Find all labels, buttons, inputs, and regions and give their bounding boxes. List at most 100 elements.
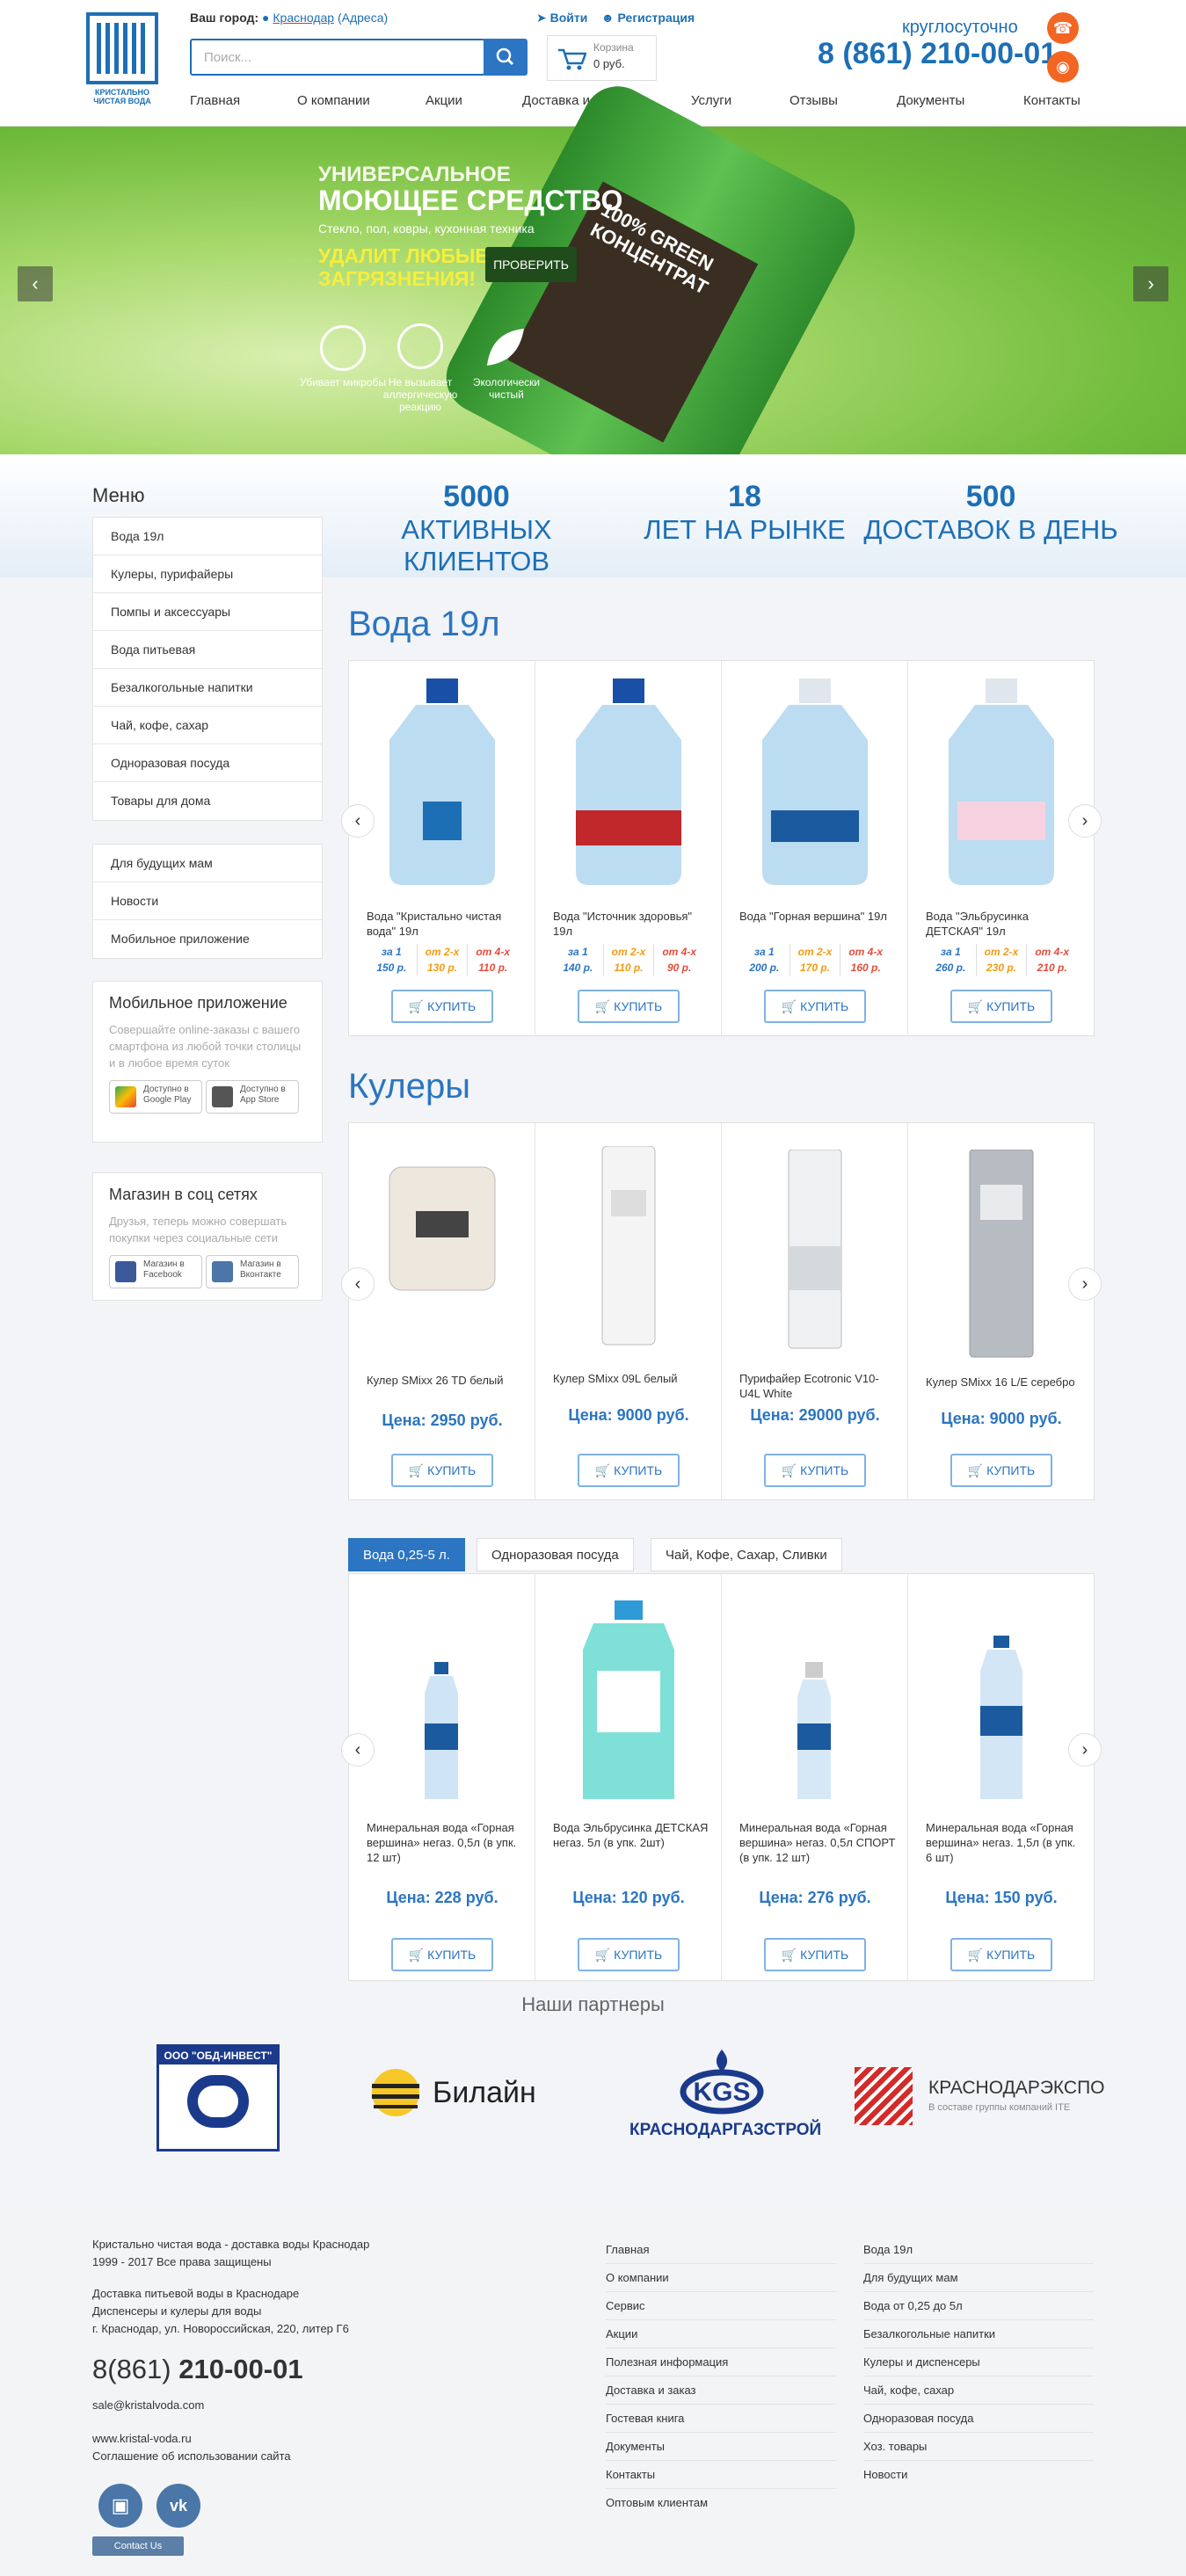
tab-tea-coffee[interactable]: Чай, Кофе, Сахар, Сливки (651, 1538, 842, 1571)
footer-link[interactable]: Хоз. товары (863, 2433, 1094, 2461)
footer-link[interactable]: Акции (606, 2320, 836, 2348)
carousel-next-arrow[interactable]: › (1068, 1267, 1102, 1301)
product-card[interactable]: Кулер SMixx 16 L/E серебро Цена: 9000 ру… (908, 1123, 1095, 1499)
footer-link[interactable]: Оптовым клиентам (606, 2489, 836, 2517)
price-tiers: за 1 140 р. от 2-х 110 р. от 4-х 90 р. (553, 944, 704, 976)
product-card[interactable]: Кулер SMixx 09L белый Цена: 9000 руб. 🛒 … (535, 1123, 722, 1499)
footer-link[interactable]: Гостевая книга (606, 2405, 836, 2433)
menu-item-drinking-water[interactable]: Вода питьевая (93, 631, 322, 669)
instagram-icon[interactable]: ▣ (98, 2484, 142, 2528)
menu-item-moms[interactable]: Для будущих мам (93, 845, 322, 882)
buy-button[interactable]: 🛒 КУПИТЬ (391, 1454, 493, 1487)
product-card[interactable]: Вода "Эльбрусинка ДЕТСКАЯ" 19л за 1 260 р… (908, 661, 1095, 1035)
partner-logo-kgs[interactable]: KGS КРАСНОДАРГАЗСТРОЙ (629, 2048, 821, 2153)
nav-reviews[interactable]: Отзывы (789, 93, 838, 108)
menu-item-home-goods[interactable]: Товары для дома (93, 782, 322, 820)
product-card[interactable]: Минеральная вода «Горная вершина» негаз.… (908, 1574, 1095, 1980)
footer-link[interactable]: Безалкогольные напитки (863, 2320, 1094, 2348)
partner-logo-expo[interactable]: КРАСНОДАРЭКСПО В составе группы компаний… (855, 2067, 1110, 2129)
footer-link[interactable]: Кулеры и диспенсеры (863, 2348, 1094, 2376)
support-icon[interactable]: ◉ (1047, 51, 1079, 83)
nav-home[interactable]: Главная (190, 93, 240, 108)
menu-item-coolers[interactable]: Кулеры, пурифайеры (93, 555, 322, 593)
tab-disposable[interactable]: Одноразовая посуда (477, 1538, 634, 1571)
phone-icon[interactable]: ☎ (1047, 12, 1079, 44)
product-card[interactable]: Пурифайер Ecotronic V10-U4L White Цена: … (722, 1123, 908, 1499)
product-card[interactable]: Вода "Горная вершина" 19л за 1 200 р. от … (722, 661, 908, 1035)
partner-logo-obd[interactable]: ООО "ОБД-ИНВЕСТ" (156, 2044, 280, 2152)
buy-button[interactable]: 🛒 КУПИТЬ (764, 1454, 866, 1487)
banner-next-arrow[interactable]: › (1133, 266, 1168, 301)
footer-link[interactable]: Чай, кофе, сахар (863, 2376, 1094, 2405)
buy-button[interactable]: 🛒 КУПИТЬ (578, 1938, 680, 1971)
footer-link[interactable]: Контакты (606, 2461, 836, 2489)
search-input[interactable]: Поиск... (190, 39, 485, 76)
product-card[interactable]: Вода Эльбрусинка ДЕТСКАЯ негаз. 5л (в уп… (535, 1574, 722, 1980)
nav-contacts[interactable]: Контакты (1023, 93, 1080, 108)
footer-site-link[interactable]: www.kristal-voda.ru (92, 2430, 192, 2448)
footer-link[interactable]: Документы (606, 2433, 836, 2461)
footer-link[interactable]: Сервис (606, 2292, 836, 2320)
menu-item-water19[interactable]: Вода 19л (93, 518, 322, 555)
register-link[interactable]: Регистрация (618, 11, 695, 25)
city-link[interactable]: Краснодар (273, 11, 334, 25)
facebook-shop-button[interactable]: Магазин в Facebook (109, 1255, 202, 1288)
carousel-prev-arrow[interactable]: ‹ (341, 1267, 375, 1301)
footer-link[interactable]: Полезная информация (606, 2348, 836, 2376)
cart-widget[interactable]: Корзина 0 руб. (547, 35, 657, 81)
app-store-badge[interactable]: Доступно в App Store (206, 1080, 299, 1114)
menu-item-disposable[interactable]: Одноразовая посуда (93, 744, 322, 782)
footer-link[interactable]: Главная (606, 2236, 836, 2264)
product-card[interactable]: Вода "Кристально чистая вода" 19л за 1 15… (349, 661, 535, 1035)
product-card[interactable]: Кулер SMixx 26 TD белый Цена: 2950 руб. … (349, 1123, 535, 1499)
vk-contact-button[interactable]: Contact Us (92, 2536, 184, 2556)
buy-button[interactable]: 🛒 КУПИТЬ (578, 1454, 680, 1487)
menu-item-tea-coffee[interactable]: Чай, кофе, сахар (93, 707, 322, 744)
footer-link[interactable]: Одноразовая посуда (863, 2405, 1094, 2433)
nav-documents[interactable]: Документы (897, 93, 964, 108)
buy-button[interactable]: 🛒 КУПИТЬ (950, 1454, 1052, 1487)
buy-button[interactable]: 🛒 КУПИТЬ (764, 990, 866, 1023)
footer-link[interactable]: Для будущих мам (863, 2264, 1094, 2292)
buy-button[interactable]: 🛒 КУПИТЬ (391, 1938, 493, 1971)
footer-phone[interactable]: 8(861) 210-00-01 (92, 2352, 303, 2387)
footer-terms-link[interactable]: Соглашение об использовании сайта (92, 2448, 291, 2465)
carousel-prev-arrow[interactable]: ‹ (341, 1733, 375, 1767)
buy-button[interactable]: 🛒 КУПИТЬ (950, 1938, 1052, 1971)
product-card[interactable]: Минеральная вода «Горная вершина» негаз.… (722, 1574, 908, 1980)
footer-link[interactable]: О компании (606, 2264, 836, 2292)
nav-promo[interactable]: Акции (426, 93, 462, 108)
product-card[interactable]: Минеральная вода «Горная вершина» негаз.… (349, 1574, 535, 1980)
buy-button[interactable]: 🛒 КУПИТЬ (950, 990, 1052, 1023)
login-link[interactable]: Войти (550, 11, 588, 25)
carousel-next-arrow[interactable]: › (1068, 804, 1102, 838)
footer-email[interactable]: sale@kristalvoda.com (92, 2397, 204, 2414)
carousel-prev-arrow[interactable]: ‹ (341, 804, 375, 838)
footer-link[interactable]: Вода 19л (863, 2236, 1094, 2264)
buy-button[interactable]: 🛒 КУПИТЬ (391, 990, 493, 1023)
tab-water-small[interactable]: Вода 0,25-5 л. (348, 1538, 465, 1571)
buy-button[interactable]: 🛒 КУПИТЬ (764, 1938, 866, 1971)
menu-item-app[interactable]: Мобильное приложение (93, 920, 322, 958)
product-card[interactable]: Вода "Источник здоровья" 19л за 1 140 р. … (535, 661, 722, 1035)
logo[interactable] (86, 12, 158, 84)
nav-about[interactable]: О компании (297, 93, 370, 108)
buy-button[interactable]: 🛒 КУПИТЬ (578, 990, 680, 1023)
footer-link[interactable]: Новости (863, 2461, 1094, 2489)
menu-item-pumps[interactable]: Помпы и аксессуары (93, 593, 322, 631)
google-play-badge[interactable]: Доступно в Google Play (109, 1080, 202, 1114)
banner-check-button[interactable]: ПРОВЕРИТЬ (485, 247, 577, 282)
footer-link[interactable]: Доставка и заказ (606, 2376, 836, 2405)
header-phone[interactable]: 8 (861) 210-00-01 (818, 37, 1057, 71)
menu-item-soft-drinks[interactable]: Безалкогольные напитки (93, 669, 322, 707)
vk-shop-button[interactable]: Магазин в Вконтакте (206, 1255, 299, 1288)
search-button[interactable] (484, 39, 528, 76)
partner-logo-beeline[interactable]: Билайн (364, 2067, 575, 2118)
footer-link[interactable]: Вода от 0,25 до 5л (863, 2292, 1094, 2320)
carousel-next-arrow[interactable]: › (1068, 1733, 1102, 1767)
nav-services[interactable]: Услуги (691, 93, 731, 108)
banner-prev-arrow[interactable]: ‹ (18, 266, 53, 301)
addresses-link[interactable]: (Адреса) (338, 11, 388, 25)
menu-item-news[interactable]: Новости (93, 882, 322, 920)
vk-icon[interactable]: vk (156, 2484, 200, 2528)
